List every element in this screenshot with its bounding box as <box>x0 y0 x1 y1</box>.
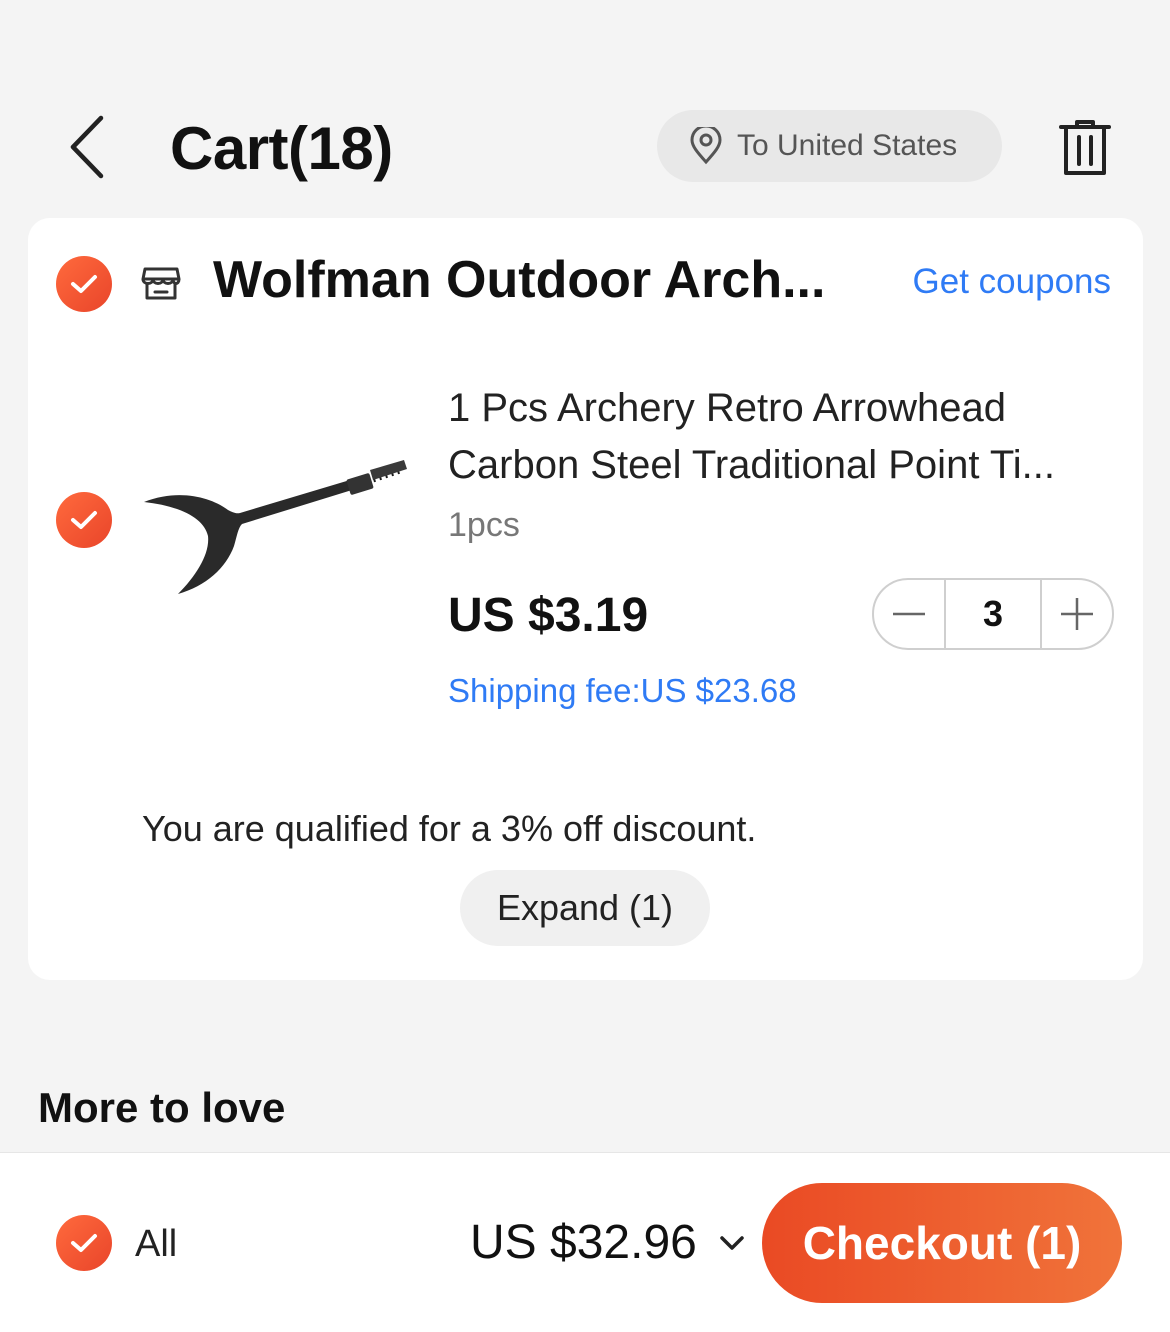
checkout-button[interactable]: Checkout (1) <box>762 1183 1122 1303</box>
checkout-bar: All US $32.96 Checkout (1) <box>0 1152 1170 1332</box>
check-icon <box>71 275 97 293</box>
header: Cart(18) To United States <box>0 100 1170 200</box>
store-name[interactable]: Wolfman Outdoor Arch... <box>213 250 825 310</box>
ship-to-label: To United States <box>737 129 958 162</box>
decrease-quantity-button[interactable] <box>874 580 944 648</box>
chevron-down-icon <box>720 1236 744 1250</box>
item-checkbox[interactable] <box>56 492 112 548</box>
product-sku[interactable]: 1pcs <box>448 506 520 545</box>
total-price: US $32.96 <box>470 1216 697 1269</box>
trash-icon <box>1059 120 1111 175</box>
more-to-love-heading: More to love <box>38 1084 286 1131</box>
increase-quantity-button[interactable] <box>1042 580 1112 648</box>
delete-button[interactable] <box>1052 112 1118 184</box>
product-image[interactable] <box>140 458 410 608</box>
plus-icon <box>1061 598 1093 630</box>
product-title[interactable]: 1 Pcs Archery Retro Arrowhead Carbon Ste… <box>448 380 1118 494</box>
store-card: Wolfman Outdoor Arch... Get coupons 1 Pc… <box>28 218 1143 980</box>
location-pin-icon <box>687 127 725 165</box>
product-price: US $3.19 <box>448 589 649 642</box>
total-details-toggle[interactable] <box>712 1223 752 1263</box>
store-icon <box>140 262 182 304</box>
ship-to-selector[interactable]: To United States <box>657 110 1002 182</box>
back-arrow-icon <box>70 115 104 179</box>
get-coupons-link[interactable]: Get coupons <box>913 262 1111 302</box>
back-button[interactable] <box>52 112 122 182</box>
quantity-value[interactable]: 3 <box>944 580 1042 648</box>
store-checkbox[interactable] <box>56 256 112 312</box>
shipping-fee: Shipping fee:US $23.68 <box>448 672 797 709</box>
check-icon <box>71 511 97 529</box>
discount-message: You are qualified for a 3% off discount. <box>142 808 757 849</box>
select-all-checkbox[interactable] <box>56 1215 112 1271</box>
minus-icon <box>893 612 925 616</box>
expand-button[interactable]: Expand (1) <box>460 870 710 946</box>
page-title: Cart(18) <box>170 115 393 182</box>
check-icon <box>71 1234 97 1252</box>
quantity-stepper: 3 <box>872 578 1114 650</box>
select-all-label[interactable]: All <box>135 1223 177 1266</box>
